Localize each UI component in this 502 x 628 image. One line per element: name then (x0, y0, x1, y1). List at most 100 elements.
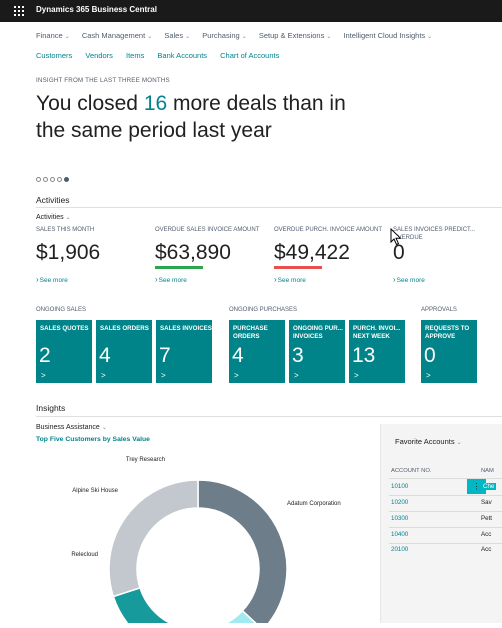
see-more-label: See more (277, 277, 306, 284)
see-more-link[interactable]: ›See more (155, 275, 265, 284)
nav-sales[interactable]: Sales ⌄ (164, 31, 190, 40)
chevron-down-icon: ⌄ (241, 34, 247, 40)
favorite-accounts-title: Favorite Accounts (395, 437, 455, 446)
divider (389, 543, 502, 544)
nav-link-chart-of-accounts[interactable]: Chart of Accounts (220, 51, 279, 60)
business-assistance-dropdown[interactable]: Business Assistance ⌄ (36, 424, 107, 431)
tile-value: 2 (39, 344, 51, 367)
tile-label: SALES QUOTES (40, 325, 89, 332)
nav-purchasing[interactable]: Purchasing ⌄ (202, 31, 247, 40)
chevron-right-icon: › (36, 275, 39, 284)
headline-text: You closed (36, 92, 144, 115)
see-more-link[interactable]: ›See more (274, 275, 384, 284)
account-no[interactable]: 10400 (391, 531, 408, 538)
insights-section-title: Insights (36, 403, 66, 413)
chevron-down-icon: ⌄ (427, 34, 433, 40)
nav-link-items[interactable]: Items (126, 51, 144, 60)
chevron-right-icon: > (354, 371, 359, 380)
column-header-account-no[interactable]: ACCOUNT NO. (391, 468, 431, 474)
kpi-value: $63,890 (155, 241, 231, 264)
group-label-approvals: APPROVALS (421, 307, 457, 313)
tile-value: 4 (232, 344, 244, 367)
chevron-right-icon: › (274, 275, 277, 284)
chevron-down-icon: ⌄ (65, 215, 71, 221)
chevron-right-icon: > (426, 371, 431, 380)
kpi-value: $49,422 (274, 241, 350, 264)
slice-label: Alpine Ski House (72, 488, 118, 494)
account-name: Sav (481, 499, 492, 506)
donut-slice[interactable] (197, 479, 288, 628)
favorite-accounts-panel: Favorite Accounts ⌄ ACCOUNT NO. NAM 10100… (380, 424, 502, 623)
kpi-status-bar (274, 266, 322, 269)
chevron-down-icon: ⌄ (147, 34, 153, 40)
account-no[interactable]: 10200 (391, 499, 408, 506)
see-more-link[interactable]: ›See more (393, 275, 488, 284)
carousel-dot[interactable] (57, 177, 62, 182)
tile-ongoing-purchase-invoices[interactable]: ONGOING PUR... INVOICES 3 > (289, 320, 345, 383)
activities-dropdown[interactable]: Activities ⌄ (36, 214, 71, 221)
donut-slice[interactable] (108, 479, 199, 598)
headline-number: 16 (143, 92, 168, 115)
account-no[interactable]: 20100 (391, 546, 408, 553)
see-more-label: See more (158, 277, 187, 284)
tile-label: PURCHASE ORDERS (233, 325, 268, 340)
account-name: Pett (481, 515, 493, 522)
see-more-link[interactable]: ›See more (36, 275, 146, 284)
column-header-name[interactable]: NAM (481, 468, 494, 474)
nav-label: Purchasing (202, 31, 240, 40)
kpi-sales-this-month[interactable]: SALES THIS MONTH $1,906 ›See more (36, 226, 146, 284)
chart-title: Top Five Customers by Sales Value (36, 436, 150, 443)
carousel-dot[interactable] (43, 177, 48, 182)
nav-setup-extensions[interactable]: Setup & Extensions ⌄ (259, 31, 332, 40)
kpi-overdue-sales-invoice[interactable]: OVERDUE SALES INVOICE AMOUNT $63,890 ›Se… (155, 226, 265, 284)
mouse-cursor-icon (390, 228, 402, 246)
chevron-down-icon: ⌄ (101, 425, 107, 431)
kpi-label: OVERDUE SALES INVOICE AMOUNT (155, 227, 260, 233)
kpi-label: SALES INVOICES PREDICT... OVERDUE (393, 227, 476, 241)
tile-purchase-orders[interactable]: PURCHASE ORDERS 4 > (229, 320, 285, 383)
donut-chart: Adatum Corporation Trey Research Alpine Sk… (0, 445, 380, 628)
favorite-accounts-dropdown[interactable]: Favorite Accounts ⌄ (395, 437, 462, 446)
tile-sales-orders[interactable]: SALES ORDERS 4 > (96, 320, 152, 383)
divider (36, 207, 502, 208)
nav-finance[interactable]: Finance ⌄ (36, 31, 70, 40)
kpi-sales-invoices-predicted-overdue[interactable]: SALES INVOICES PREDICT... OVERDUE 0 ›See… (393, 226, 488, 284)
account-no[interactable]: 10300 (391, 515, 408, 522)
tile-value: 4 (99, 344, 111, 367)
see-more-label: See more (396, 277, 425, 284)
chevron-right-icon: > (234, 371, 239, 380)
chevron-right-icon: > (161, 371, 166, 380)
account-name: Che (481, 483, 497, 490)
chevron-down-icon: ⌄ (456, 440, 462, 446)
carousel-dot[interactable] (50, 177, 55, 182)
tile-label: SALES INVOICES (160, 325, 212, 332)
carousel-dot[interactable] (36, 177, 41, 182)
nav-link-bank-accounts[interactable]: Bank Accounts (157, 51, 207, 60)
tile-label: PURCH. INVOI... NEXT WEEK (353, 325, 401, 340)
nav-link-customers[interactable]: Customers (36, 51, 72, 60)
tile-label: ONGOING PUR... INVOICES (293, 325, 343, 340)
account-name: Acc (481, 546, 492, 553)
app-launcher-icon[interactable] (14, 6, 24, 16)
insight-label: INSIGHT FROM THE LAST THREE MONTHS (36, 77, 170, 84)
table-row[interactable]: 20100 Acc (391, 546, 502, 561)
divider (389, 495, 502, 496)
tile-sales-quotes[interactable]: SALES QUOTES 2 > (36, 320, 92, 383)
nav-cash-management[interactable]: Cash Management ⌄ (82, 31, 152, 40)
insight-headline: You closed 16 more deals than in the sam… (36, 90, 356, 144)
divider (36, 416, 502, 417)
account-no[interactable]: 10100 (391, 483, 408, 490)
kpi-overdue-purch-invoice[interactable]: OVERDUE PURCH. INVOICE AMOUNT $49,422 ›S… (274, 226, 384, 284)
chevron-right-icon: > (41, 371, 46, 380)
tile-sales-invoices[interactable]: SALES INVOICES 7 > (156, 320, 212, 383)
carousel-dot-active[interactable] (64, 177, 69, 182)
nav-link-vendors[interactable]: Vendors (85, 51, 113, 60)
tile-requests-to-approve[interactable]: REQUESTS TO APPROVE 0 > (421, 320, 477, 383)
divider (389, 511, 502, 512)
chevron-down-icon: ⌄ (185, 34, 191, 40)
nav-intelligent-cloud-insights[interactable]: Intelligent Cloud Insights ⌄ (343, 31, 432, 40)
chevron-right-icon: > (101, 371, 106, 380)
tile-purch-invoices-next-week[interactable]: PURCH. INVOI... NEXT WEEK 13 > (349, 320, 405, 383)
activities-section-title: Activities (36, 195, 70, 205)
secondary-nav: Customers Vendors Items Bank Accounts Ch… (36, 51, 290, 60)
